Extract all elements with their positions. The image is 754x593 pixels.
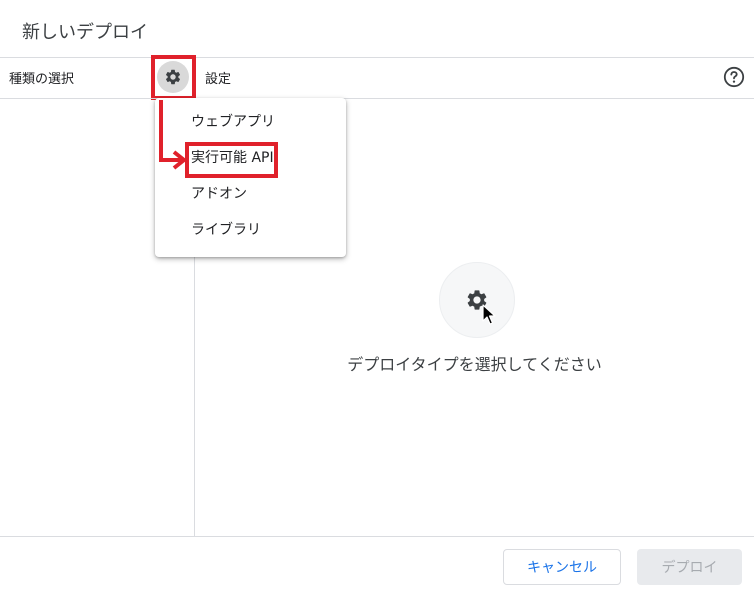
deployment-type-gear-button[interactable]: [157, 61, 189, 93]
settings-label: 設定: [205, 72, 232, 87]
new-deployment-dialog: 新しいデプロイ 種類の選択 設定 デプロイタイプを選択してください ウェブアプリ…: [0, 0, 754, 593]
header-divider: [0, 98, 754, 99]
select-type-label: 種類の選択: [9, 72, 75, 87]
footer-divider: [0, 536, 754, 537]
menu-item-add-on[interactable]: アドオン: [155, 178, 346, 210]
mouse-pointer-icon: [482, 304, 496, 325]
menu-item-web-app[interactable]: ウェブアプリ: [155, 106, 346, 138]
help-button[interactable]: [723, 66, 745, 88]
annotation-arrow: [159, 100, 188, 170]
empty-state-badge: [439, 262, 515, 338]
deployment-type-menu: ウェブアプリ 実行可能 API アドオン ライブラリ: [155, 98, 346, 257]
dialog-title: 新しいデプロイ: [22, 22, 148, 43]
empty-state-message: デプロイタイプを選択してください: [347, 355, 602, 374]
help-circle-icon: [723, 66, 745, 88]
title-divider: [0, 57, 754, 58]
gear-icon: [165, 69, 181, 85]
menu-item-executable-api[interactable]: 実行可能 API: [155, 142, 346, 174]
deploy-button[interactable]: デプロイ: [637, 549, 742, 585]
cancel-button[interactable]: キャンセル: [503, 549, 621, 585]
menu-item-library[interactable]: ライブラリ: [155, 214, 346, 246]
